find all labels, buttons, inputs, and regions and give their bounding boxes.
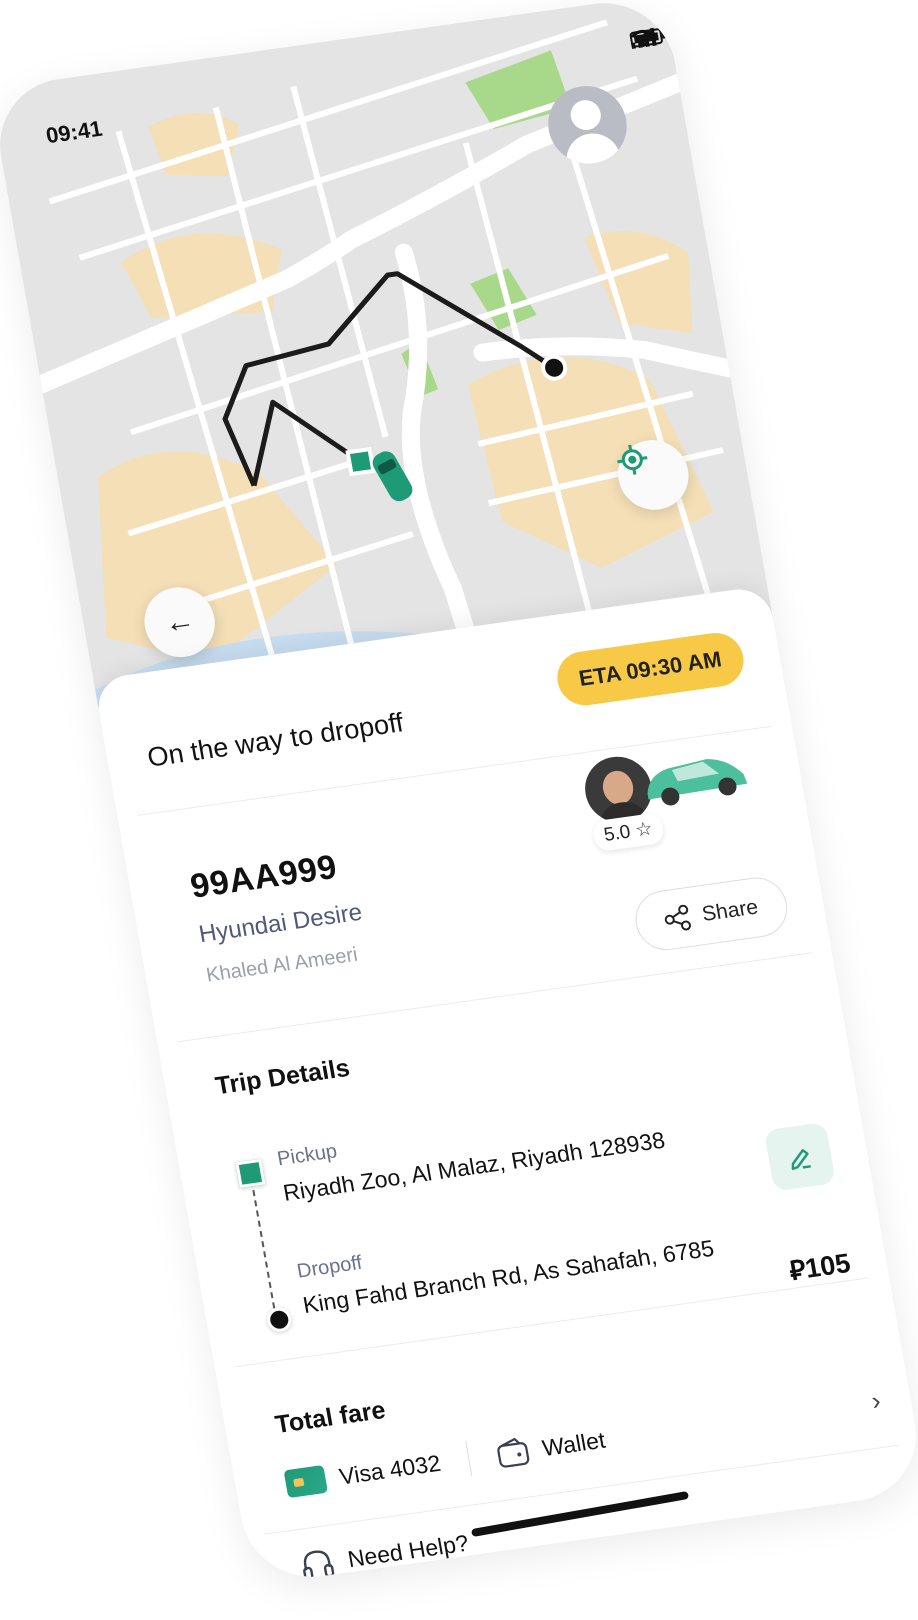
pickup-address[interactable]: Riyadh Zoo, Al Malaz, Riyadh 128938 <box>281 1127 667 1207</box>
route-line <box>252 1190 276 1309</box>
pickup-label: Pickup <box>275 1140 339 1171</box>
dropoff-marker <box>265 1306 294 1334</box>
share-icon <box>664 904 691 931</box>
share-label: Share <box>700 895 760 926</box>
pickup-marker <box>235 1158 266 1189</box>
driver-name: Khaled Al Ameeri <box>204 943 360 987</box>
locate-icon <box>617 444 648 475</box>
trip-details-title: Trip Details <box>213 1053 352 1101</box>
car-model: Hyundai Desire <box>196 898 365 949</box>
wallet-label: Wallet <box>540 1426 608 1461</box>
eta-badge: ETA 09:30 AM <box>552 629 748 709</box>
need-help-label: Need Help? <box>345 1529 471 1572</box>
payment-methods[interactable]: Visa 4032 Wallet <box>283 1422 608 1502</box>
need-help-button[interactable]: Need Help? <box>297 1526 471 1583</box>
edit-route-button[interactable] <box>763 1121 836 1192</box>
phone-frame: 09:41 ← ETA 09:30 AM On the way to dropo… <box>0 0 918 1586</box>
share-button[interactable]: Share <box>630 873 792 954</box>
plate-number: 99AA999 <box>187 847 340 906</box>
card-icon <box>283 1464 329 1499</box>
divider <box>465 1440 473 1477</box>
edit-icon <box>791 1149 811 1171</box>
chevron-right-icon[interactable]: › <box>869 1385 883 1417</box>
total-fare-title: Total fare <box>273 1396 388 1439</box>
wallet-icon <box>497 1437 530 1468</box>
dropoff-label: Dropoff <box>295 1251 364 1283</box>
back-arrow-icon: ← <box>161 603 198 641</box>
star-icon: ☆ <box>633 818 655 842</box>
trip-sheet: ETA 09:30 AM On the way to dropoff 5.0 ☆… <box>93 585 918 1586</box>
trip-status-title: On the way to dropoff <box>145 707 406 773</box>
card-label: Visa 4032 <box>337 1449 443 1490</box>
headphones-icon <box>303 1550 335 1581</box>
car-image <box>647 759 748 806</box>
